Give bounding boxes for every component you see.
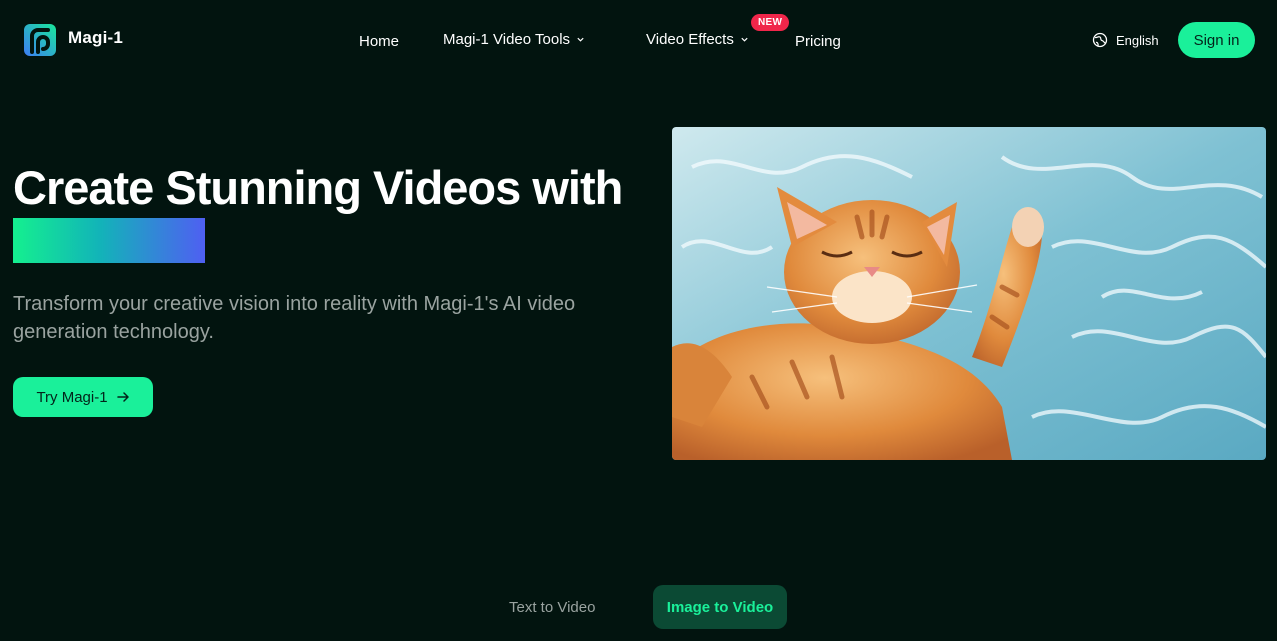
tab-image-to-video[interactable]: Image to Video <box>653 585 787 629</box>
cat-in-water-image <box>672 127 1266 460</box>
hero-subtitle: Transform your creative vision into real… <box>13 293 576 343</box>
nav-home[interactable]: Home <box>359 33 399 50</box>
hero-gradient-highlight <box>13 218 205 263</box>
hero-video-preview[interactable] <box>672 127 1266 460</box>
magi-logo-icon <box>24 24 56 56</box>
nav-video-effects-label: Video Effects <box>646 31 734 48</box>
logo[interactable]: Magi-1 <box>24 24 123 56</box>
nav-video-tools[interactable]: Magi-1 Video Tools <box>443 31 585 48</box>
hero-title: Create Stunning Videos with <box>13 161 623 214</box>
tab-image-to-video-label: Image to Video <box>666 598 774 616</box>
sign-in-button[interactable]: Sign in <box>1178 22 1255 58</box>
language-label: English <box>1116 32 1159 48</box>
tab-text-to-video[interactable]: Text to Video <box>509 599 595 616</box>
try-magi-button[interactable]: Try Magi-1 <box>13 377 153 417</box>
new-badge: NEW <box>751 14 790 31</box>
arrow-right-icon <box>116 392 129 402</box>
nav-pricing[interactable]: Pricing <box>795 33 841 50</box>
chevron-down-icon <box>741 37 748 42</box>
chevron-down-icon <box>577 37 584 42</box>
site-header: Magi-1 Home Magi-1 Video Tools Video Eff… <box>0 0 1277 80</box>
nav-home-label: Home <box>359 33 400 50</box>
nav-pricing-label: Pricing <box>795 33 841 50</box>
try-magi-label: Try Magi-1 <box>36 388 108 406</box>
nav-video-tools-label: Magi-1 Video Tools <box>443 31 571 48</box>
globe-icon <box>1092 32 1108 48</box>
logo-text: Magi-1 <box>68 28 124 47</box>
language-selector[interactable]: English <box>1092 32 1159 48</box>
nav-video-effects[interactable]: Video Effects <box>646 31 749 48</box>
